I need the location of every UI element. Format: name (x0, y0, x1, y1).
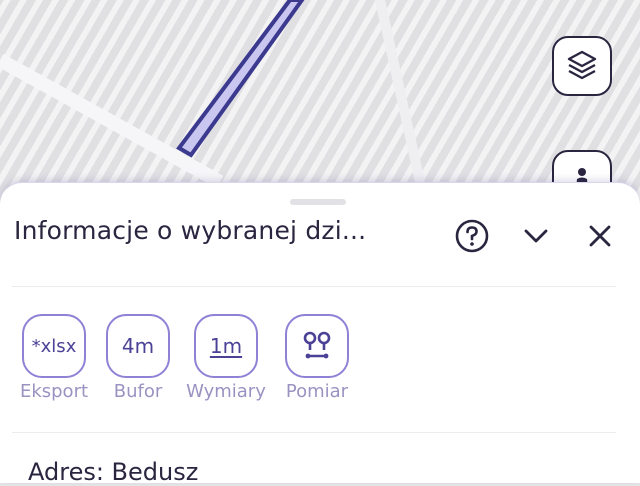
export-icon: *xlsx (31, 335, 77, 357)
dimensions-button[interactable]: 1m (194, 314, 258, 378)
road (0, 53, 224, 189)
layers-button[interactable] (552, 36, 612, 96)
help-circle-icon (455, 219, 489, 253)
buffer-button[interactable]: 4m (106, 314, 170, 378)
parcel-address: Adres: Bedusz (28, 458, 199, 486)
divider (12, 432, 616, 433)
layers-icon (567, 50, 597, 80)
panel-title: Informacje o wybranej dzi... (14, 216, 367, 245)
buffer-label: Bufor (113, 381, 163, 402)
road (375, 0, 425, 184)
export-label: Eksport (19, 381, 89, 402)
collapse-button[interactable] (516, 216, 556, 256)
ruler-icon: 1m (209, 334, 243, 358)
measure-label: Pomiar (285, 381, 349, 402)
export-button[interactable]: *xlsx (22, 314, 86, 378)
help-button[interactable] (452, 216, 492, 256)
selected-parcel[interactable] (176, 0, 305, 158)
measure-pins-icon (303, 331, 331, 359)
dimensions-label: Wymiary (186, 381, 266, 402)
drag-handle[interactable] (290, 199, 346, 205)
divider (12, 286, 616, 287)
buffer-icon: 4m (121, 334, 155, 358)
chevron-down-icon (524, 229, 548, 243)
close-button[interactable] (580, 216, 620, 256)
measure-button[interactable] (285, 314, 349, 378)
close-icon (589, 225, 611, 247)
